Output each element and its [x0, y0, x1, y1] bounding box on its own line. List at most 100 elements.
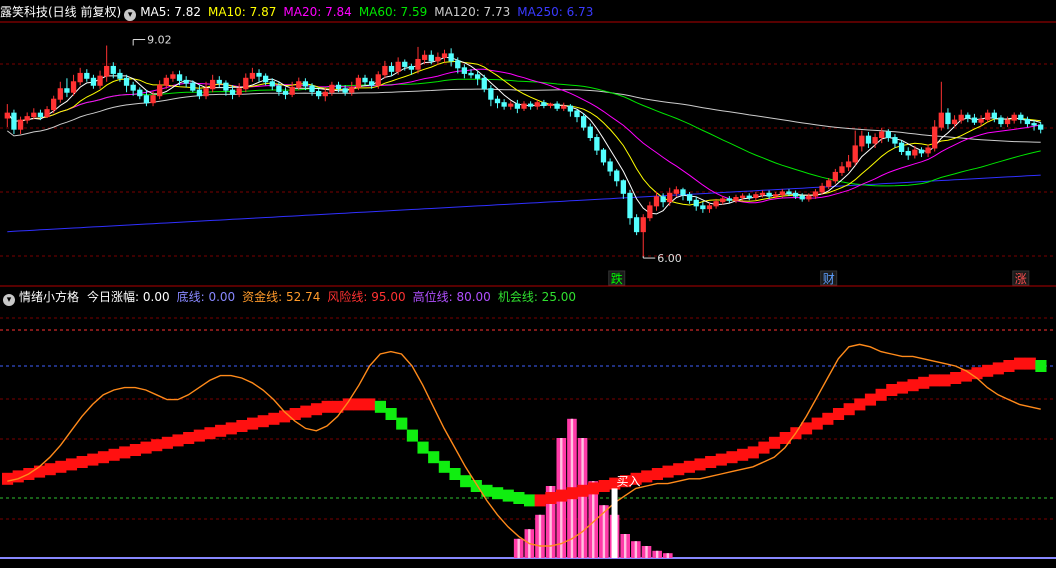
- candle-body: [561, 105, 567, 109]
- candle-body: [375, 74, 381, 86]
- candle-body: [547, 103, 554, 106]
- candle-body: [1038, 124, 1044, 130]
- emotion-square: [215, 424, 227, 437]
- candle-body: [243, 77, 249, 90]
- candle-body: [627, 192, 633, 219]
- candle-body: [951, 119, 958, 125]
- candle-body: [57, 88, 63, 100]
- emotion-square: [449, 468, 461, 480]
- candle-body: [368, 81, 375, 86]
- emotion-square: [183, 432, 195, 444]
- candle-body: [614, 170, 620, 182]
- chevron-down-icon[interactable]: ▾: [3, 294, 15, 306]
- candle-body: [978, 118, 984, 123]
- candle-body: [64, 88, 70, 93]
- candle-body: [720, 198, 726, 203]
- candle-body: [11, 112, 17, 130]
- candle-body: [938, 112, 944, 128]
- candle-body: [918, 149, 925, 154]
- emotion-square: [97, 451, 110, 464]
- candle-body: [706, 205, 713, 210]
- emotion-square: [417, 441, 429, 454]
- emotion-square: [1003, 360, 1015, 372]
- candle-body: [481, 77, 487, 90]
- kline-and-indicator-chart[interactable]: 9.026.00跌财涨減 买入: [0, 0, 1056, 564]
- emotion-square: [492, 487, 504, 500]
- legend-item: MA60: 7.59: [358, 5, 428, 19]
- emotion-square: [950, 372, 962, 384]
- emotion-bar-highlight: [655, 550, 659, 558]
- emotion-square: [1024, 357, 1036, 370]
- chevron-down-icon[interactable]: ▾: [124, 9, 137, 21]
- candle-body: [289, 86, 295, 95]
- emotion-square: [715, 453, 727, 466]
- buy-signal-bar: [611, 488, 618, 558]
- candle-body: [428, 54, 434, 62]
- legend-item: MA5: 7.82: [140, 5, 201, 19]
- candle-body: [388, 65, 395, 72]
- price-annotation: 6.00: [657, 252, 682, 265]
- emotion-bar-highlight: [624, 534, 627, 558]
- emotion-square: [44, 463, 56, 476]
- candle-body: [852, 145, 858, 163]
- candle-body: [263, 75, 269, 83]
- emotion-square: [396, 417, 408, 430]
- candle-body: [110, 65, 116, 74]
- emotion-square: [896, 381, 909, 394]
- candle-body: [879, 131, 885, 139]
- candle-body: [779, 191, 785, 196]
- emotion-square: [683, 460, 695, 473]
- emotion-square: [257, 415, 269, 428]
- emotion-square: [385, 408, 397, 420]
- candle-body: [24, 116, 30, 121]
- candle-body: [123, 77, 130, 86]
- emotion-square: [758, 441, 770, 454]
- candle-body: [534, 102, 540, 107]
- candle-body: [998, 117, 1004, 125]
- event-marker: 跌: [611, 271, 623, 286]
- emotion-square: [268, 412, 280, 425]
- candle-body: [653, 196, 660, 207]
- emotion-square: [428, 451, 440, 464]
- candle-body: [137, 89, 143, 97]
- emotion-square: [513, 492, 525, 504]
- emotion-bar-highlight: [538, 514, 542, 558]
- main-price-panel: 9.026.00跌财涨減: [0, 21, 1056, 287]
- legend-item: MA10: 7.87: [207, 5, 277, 19]
- indicator-panel: 买入: [0, 317, 1056, 559]
- candle-body: [739, 195, 746, 198]
- candle-body: [421, 54, 428, 60]
- candle-body: [985, 112, 991, 120]
- candle-body: [660, 196, 666, 203]
- emotion-square: [247, 417, 259, 430]
- candle-body: [945, 112, 951, 125]
- emotion-square: [140, 441, 152, 454]
- candle-body: [97, 75, 103, 86]
- emotion-square: [119, 446, 131, 459]
- candle-body: [726, 198, 733, 201]
- candle-body: [302, 81, 309, 87]
- candle-body: [315, 91, 322, 97]
- candle-body: [1004, 119, 1011, 125]
- candle-body: [965, 114, 971, 119]
- candle-body: [607, 161, 613, 172]
- candle-body: [44, 109, 50, 118]
- candle-body: [673, 189, 680, 194]
- candle-body: [170, 74, 176, 79]
- candle-body: [157, 84, 163, 97]
- candle-body: [971, 117, 978, 123]
- candle-body: [163, 77, 169, 86]
- emotion-square: [694, 458, 706, 471]
- candle-body: [474, 74, 481, 79]
- emotion-square: [918, 376, 930, 389]
- candle-body: [282, 91, 289, 95]
- candle-body: [680, 189, 686, 196]
- emotion-bar-highlight: [634, 541, 638, 558]
- candle-body: [190, 82, 196, 91]
- emotion-bar-highlight: [581, 438, 584, 558]
- emotion-square: [555, 489, 568, 502]
- candle-body: [104, 65, 110, 77]
- emotion-square: [534, 494, 546, 507]
- candle-body: [600, 149, 607, 163]
- event-marker: 财: [823, 272, 835, 286]
